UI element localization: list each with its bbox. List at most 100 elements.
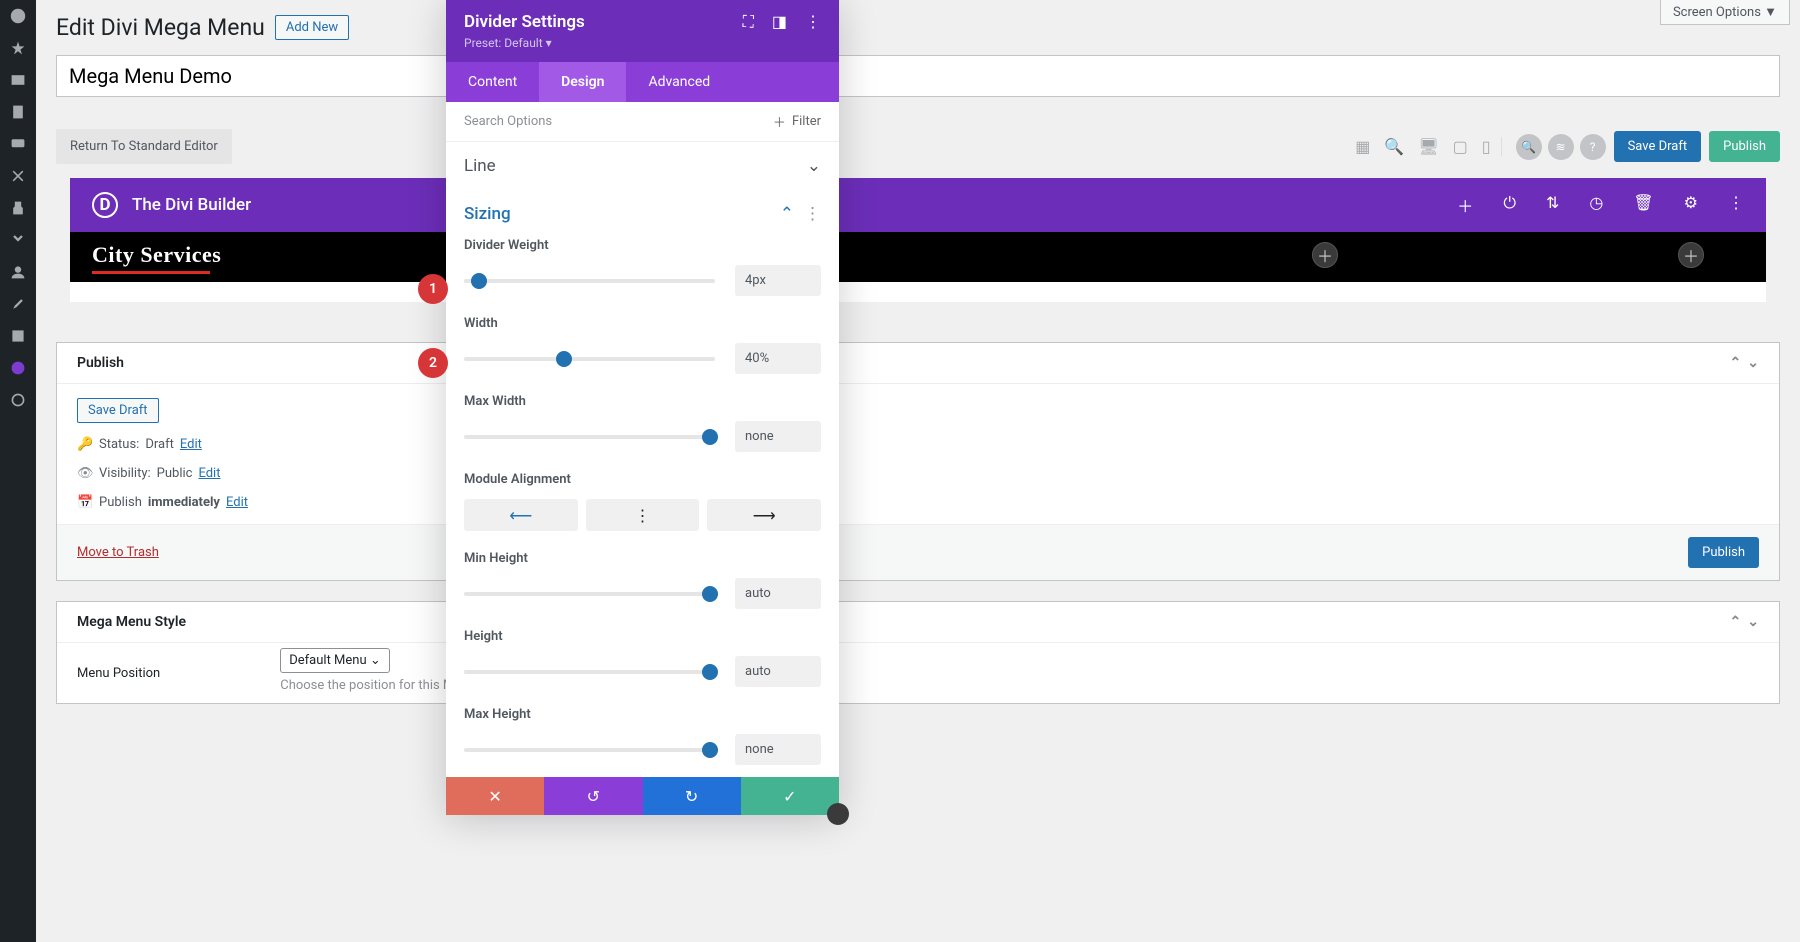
add-new-button[interactable]: Add New bbox=[275, 15, 349, 40]
divider-weight-value[interactable] bbox=[735, 265, 821, 296]
search-circle-icon[interactable]: 🔍 bbox=[1516, 134, 1542, 160]
annotation-badge-2: 2 bbox=[418, 348, 448, 378]
publish-button-box[interactable]: Publish bbox=[1688, 537, 1759, 568]
collapse-down-icon-2[interactable]: ⌄ bbox=[1747, 614, 1759, 630]
plugins-icon[interactable] bbox=[8, 198, 28, 218]
visibility-label: Visibility: bbox=[99, 466, 151, 481]
max-width-label: Max Width bbox=[464, 394, 821, 409]
resize-handle-icon[interactable] bbox=[827, 803, 849, 825]
schedule-edit-link[interactable]: Edit bbox=[226, 495, 248, 510]
divider-preview bbox=[92, 271, 210, 274]
status-label: Status: bbox=[99, 437, 139, 452]
align-center-button[interactable]: ⋮ bbox=[586, 499, 700, 531]
height-slider[interactable] bbox=[464, 670, 715, 674]
menu-position-label: Menu Position bbox=[77, 666, 160, 681]
sort-icon[interactable]: ⇅ bbox=[1546, 193, 1559, 217]
height-value[interactable] bbox=[735, 656, 821, 687]
builder-toolbar: ▦ 🔍 🖥 ▢ ▯ 🔍 ≋ ? Save Draft Publish bbox=[1355, 131, 1780, 162]
more-icon[interactable]: ⋮ bbox=[1728, 193, 1744, 217]
align-right-button[interactable]: ⟶ bbox=[707, 499, 821, 531]
max-height-slider[interactable] bbox=[464, 748, 715, 752]
tab-advanced[interactable]: Advanced bbox=[626, 62, 732, 102]
save-draft-button[interactable]: Save Draft bbox=[1614, 131, 1702, 162]
return-standard-editor-button[interactable]: Return To Standard Editor bbox=[56, 129, 232, 164]
filter-button[interactable]: ＋Filter bbox=[773, 112, 821, 131]
min-height-value[interactable] bbox=[735, 578, 821, 609]
panel-preset[interactable]: Preset: Default ▾ bbox=[464, 36, 585, 50]
dock-icon[interactable]: ◨ bbox=[772, 12, 787, 32]
section-sizing[interactable]: Sizing ⌃ ⋮ bbox=[446, 190, 839, 238]
min-height-label: Min Height bbox=[464, 551, 821, 566]
settings-icon[interactable] bbox=[8, 326, 28, 346]
status-edit-link[interactable]: Edit bbox=[180, 437, 202, 452]
panel-more-icon[interactable]: ⋮ bbox=[805, 12, 821, 32]
max-width-slider[interactable] bbox=[464, 435, 715, 439]
add-module-button-1[interactable]: ＋ bbox=[1312, 242, 1338, 268]
min-height-slider[interactable] bbox=[464, 592, 715, 596]
publish-button-top[interactable]: Publish bbox=[1709, 131, 1780, 162]
align-left-button[interactable]: ⟵ bbox=[464, 499, 578, 531]
tools-icon[interactable] bbox=[8, 294, 28, 314]
divi-builder-bar: D The Divi Builder ＋ ⏻ ⇅ ◷ 🗑 ⚙ ⋮ bbox=[70, 178, 1766, 232]
visibility-edit-link[interactable]: Edit bbox=[198, 466, 220, 481]
divider-weight-label: Divider Weight bbox=[464, 238, 821, 253]
collapse-up-icon-2[interactable]: ⌃ bbox=[1730, 614, 1742, 630]
move-to-trash-link[interactable]: Move to Trash bbox=[77, 545, 159, 560]
pin-icon[interactable] bbox=[8, 38, 28, 58]
pins-icon[interactable] bbox=[8, 166, 28, 186]
panel-tabs: Content Design Advanced bbox=[446, 62, 839, 102]
section-line[interactable]: Line ⌄ bbox=[446, 142, 839, 190]
preview-strip: City Services ＋ ＋ bbox=[70, 232, 1766, 282]
users-icon[interactable] bbox=[8, 262, 28, 282]
preview-gap bbox=[70, 282, 1766, 302]
collapse-down-icon[interactable]: ⌄ bbox=[1747, 355, 1759, 371]
width-value[interactable] bbox=[735, 343, 821, 374]
section-more-icon[interactable]: ⋮ bbox=[804, 204, 821, 224]
tablet-icon[interactable]: ▢ bbox=[1453, 137, 1468, 156]
key-icon: 🔑 bbox=[77, 437, 93, 452]
media-icon[interactable] bbox=[8, 70, 28, 90]
expand-icon[interactable]: ⛶ bbox=[743, 12, 754, 32]
collapse-up-icon[interactable]: ⌃ bbox=[1730, 355, 1742, 371]
city-services-heading: City Services bbox=[92, 242, 221, 268]
divi-icon[interactable] bbox=[8, 358, 28, 378]
save-draft-box-button[interactable]: Save Draft bbox=[77, 398, 159, 423]
divider-weight-slider[interactable] bbox=[464, 279, 715, 283]
clock-icon[interactable]: ◷ bbox=[1589, 193, 1603, 217]
dashboard-icon[interactable] bbox=[8, 6, 28, 26]
add-section-icon[interactable]: ＋ bbox=[1457, 193, 1473, 217]
max-height-label: Max Height bbox=[464, 707, 821, 722]
cancel-button[interactable]: ✕ bbox=[446, 777, 544, 815]
publish-metabox: Publish ⌃ ⌄ Save Draft 🔑 Status: Draft E… bbox=[56, 342, 1780, 581]
tab-content[interactable]: Content bbox=[446, 62, 539, 102]
add-module-button-2[interactable]: ＋ bbox=[1678, 242, 1704, 268]
post-title-input[interactable] bbox=[56, 55, 1780, 97]
trash-icon[interactable]: 🗑 bbox=[1633, 193, 1653, 217]
chevron-up-icon: ⌃ bbox=[780, 204, 794, 224]
gear-icon[interactable]: ⚙ bbox=[1684, 193, 1698, 217]
search-options-input[interactable]: Search Options bbox=[464, 114, 552, 129]
help-circle-icon[interactable]: ? bbox=[1580, 134, 1606, 160]
undo-button[interactable]: ↺ bbox=[544, 777, 642, 815]
max-width-value[interactable] bbox=[735, 421, 821, 452]
tab-design[interactable]: Design bbox=[539, 62, 626, 102]
admin-icon[interactable] bbox=[8, 230, 28, 250]
power-icon[interactable]: ⏻ bbox=[1503, 193, 1516, 217]
zoom-icon[interactable]: 🔍 bbox=[1384, 137, 1404, 156]
phone-icon[interactable]: ▯ bbox=[1482, 137, 1491, 156]
max-height-value[interactable] bbox=[735, 734, 821, 765]
desktop-icon[interactable]: 🖥 bbox=[1418, 137, 1438, 156]
divi-secondary-icon[interactable] bbox=[8, 390, 28, 410]
grid-view-icon[interactable]: ▦ bbox=[1355, 137, 1370, 156]
comments-icon[interactable] bbox=[8, 134, 28, 154]
eye-icon: 👁 bbox=[77, 466, 93, 481]
menu-position-select[interactable]: Default Menu ⌄ bbox=[280, 648, 390, 673]
layers-circle-icon[interactable]: ≋ bbox=[1548, 134, 1574, 160]
divi-builder-label: The Divi Builder bbox=[132, 195, 251, 215]
confirm-button[interactable]: ✓ bbox=[741, 777, 839, 815]
redo-button[interactable]: ↻ bbox=[643, 777, 741, 815]
width-slider[interactable] bbox=[464, 357, 715, 361]
screen-options-button[interactable]: Screen Options ▼ bbox=[1660, 0, 1790, 25]
pages-icon[interactable] bbox=[8, 102, 28, 122]
panel-footer: ✕ ↺ ↻ ✓ bbox=[446, 777, 839, 815]
